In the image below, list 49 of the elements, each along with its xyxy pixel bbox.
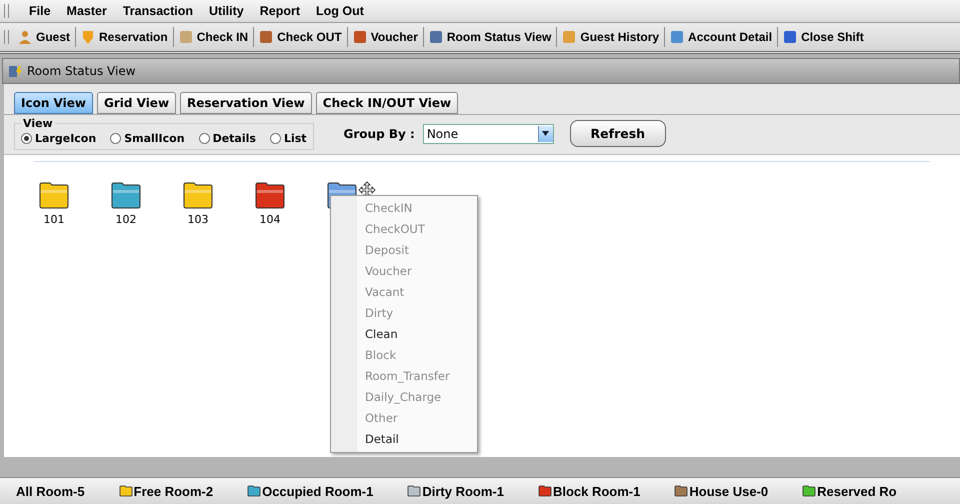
toolbar-button[interactable]: Room Status View xyxy=(424,25,556,49)
context-menu-item[interactable]: Detail xyxy=(331,429,477,450)
room-number: 101 xyxy=(44,213,64,226)
menu-item[interactable]: File xyxy=(29,4,51,18)
dropdown-arrow-icon xyxy=(542,131,550,136)
folder-icon[interactable] xyxy=(182,182,214,209)
status-count: Occupied Room-1 xyxy=(262,484,374,498)
toolbar-button[interactable]: Guest xyxy=(13,25,76,49)
status-count: All Room-5 xyxy=(16,484,85,498)
group-by-label: Group By : xyxy=(344,126,415,140)
shield-icon xyxy=(81,30,96,44)
toolbar-button[interactable]: Voucher xyxy=(348,25,423,49)
room-number: 103 xyxy=(188,213,208,226)
folder-icon[interactable] xyxy=(254,182,286,209)
toolbar-button[interactable]: Check OUT xyxy=(254,25,347,49)
toolbar-button[interactable]: Account Detail xyxy=(665,25,778,49)
tab[interactable]: Grid View xyxy=(96,92,176,114)
status-count: House Use-0 xyxy=(689,484,768,498)
status-count: Free Room-2 xyxy=(134,484,214,498)
tab[interactable]: Icon View xyxy=(14,92,93,114)
room-number: 104 xyxy=(260,213,280,226)
context-menu-item[interactable]: Clean xyxy=(331,324,477,345)
menu-item[interactable]: Utility xyxy=(209,4,244,18)
folder-icon[interactable] xyxy=(110,182,142,209)
refresh-button[interactable]: Refresh xyxy=(570,120,666,147)
panel-title: Room Status View xyxy=(27,64,136,78)
radio-option[interactable]: Details xyxy=(198,132,256,145)
menu-item[interactable]: Master xyxy=(66,4,107,18)
tab[interactable]: Check IN/OUT View xyxy=(316,92,458,114)
group-by-dropdown[interactable]: None xyxy=(422,124,554,144)
status-count: Block Room-1 xyxy=(552,484,640,498)
menu-item[interactable]: Report xyxy=(260,4,300,18)
folder-icon[interactable] xyxy=(38,182,70,209)
radio-option[interactable]: List xyxy=(270,132,307,145)
person-icon xyxy=(18,30,32,44)
status-count: Reserved Ro xyxy=(817,484,897,498)
menu-item[interactable]: Transaction xyxy=(122,4,194,18)
radio-option[interactable]: LargeIcon xyxy=(21,132,96,145)
toolbar-button[interactable]: Reservation xyxy=(76,25,173,49)
tab[interactable]: Reservation View xyxy=(180,92,312,114)
toolbar-button[interactable]: Check IN xyxy=(174,25,254,49)
toolbar-button[interactable]: Guest History xyxy=(557,25,664,49)
room-number: 102 xyxy=(116,213,136,226)
radio-option[interactable]: SmallIcon xyxy=(110,132,185,145)
toolbar-button[interactable]: Close Shift xyxy=(778,25,869,49)
view-group-title: View xyxy=(22,117,54,130)
menu-item[interactable]: Log Out xyxy=(316,4,364,18)
status-count: Dirty Room-1 xyxy=(422,484,504,498)
panel-icon xyxy=(9,64,23,78)
